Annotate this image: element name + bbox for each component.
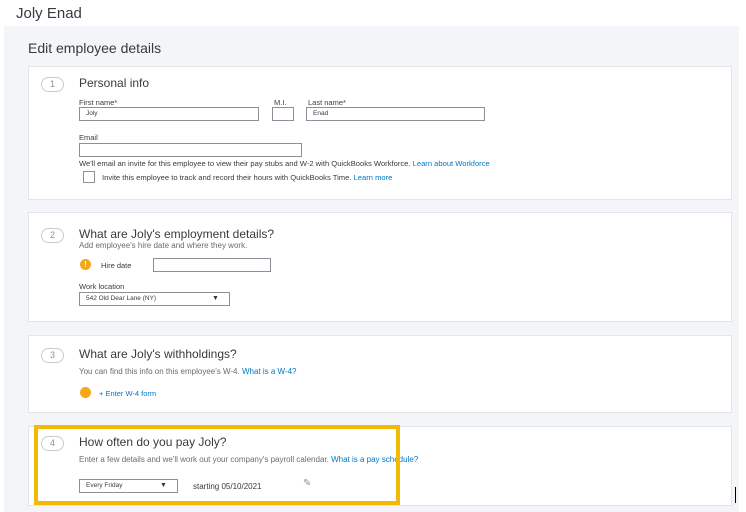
card-subtitle: Add employee's hire date and where they … (79, 241, 248, 250)
step-number: 2 (41, 228, 64, 243)
step-number: 3 (41, 348, 64, 363)
what-is-w4-link[interactable]: What is a W-4? (242, 367, 297, 376)
first-name-label: First name* (79, 98, 118, 107)
text-cursor (735, 487, 736, 503)
withholdings-message: You can find this info on this employee'… (79, 367, 240, 376)
email-label: Email (79, 133, 98, 142)
card-title: What are Joly's withholdings? (79, 347, 237, 361)
employment-details-card: 2 What are Joly's employment details? Ad… (28, 212, 732, 322)
panel-title: Edit employee details (28, 40, 162, 56)
hire-date-input[interactable] (153, 258, 271, 272)
page-title: Joly Enad (16, 5, 82, 22)
step-number: 1 (41, 77, 64, 92)
work-location-select[interactable]: 542 Old Dear Lane (NY) (79, 292, 230, 306)
first-name-input[interactable]: Joly (79, 107, 259, 121)
personal-info-card: 1 Personal info First name* Joly M.I. La… (28, 66, 732, 200)
highlight-box (34, 425, 400, 505)
invite-time-tracking-checkbox[interactable] (83, 171, 95, 183)
chevron-down-icon: ▼ (212, 295, 219, 302)
time-tracking-text: Invite this employee to track and record… (102, 173, 392, 182)
card-title: Personal info (79, 76, 150, 90)
time-tracking-message: Invite this employee to track and record… (102, 173, 352, 182)
mi-input[interactable] (272, 107, 294, 121)
enter-w4-form-link[interactable]: + Enter W-4 form (99, 389, 156, 398)
learn-more-link[interactable]: Learn more (354, 173, 393, 182)
workforce-invite-text: We'll email an invite for this employee … (79, 159, 490, 168)
withholdings-card: 3 What are Joly's withholdings? You can … (28, 335, 732, 413)
card-title: What are Joly's employment details? (79, 227, 275, 241)
warning-icon: ! (80, 259, 91, 270)
learn-about-workforce-link[interactable]: Learn about Workforce (413, 159, 490, 168)
work-location-value: 542 Old Dear Lane (NY) (86, 295, 157, 302)
card-subtitle: You can find this info on this employee'… (79, 367, 297, 376)
workforce-invite-message: We'll email an invite for this employee … (79, 159, 411, 168)
hire-date-label: Hire date (101, 261, 132, 270)
email-input[interactable] (79, 143, 302, 157)
mi-label: M.I. (274, 98, 287, 107)
work-location-label: Work location (79, 282, 125, 291)
last-name-input[interactable]: Enad (306, 107, 485, 121)
last-name-label: Last name* (308, 98, 346, 107)
warning-icon (80, 387, 91, 398)
